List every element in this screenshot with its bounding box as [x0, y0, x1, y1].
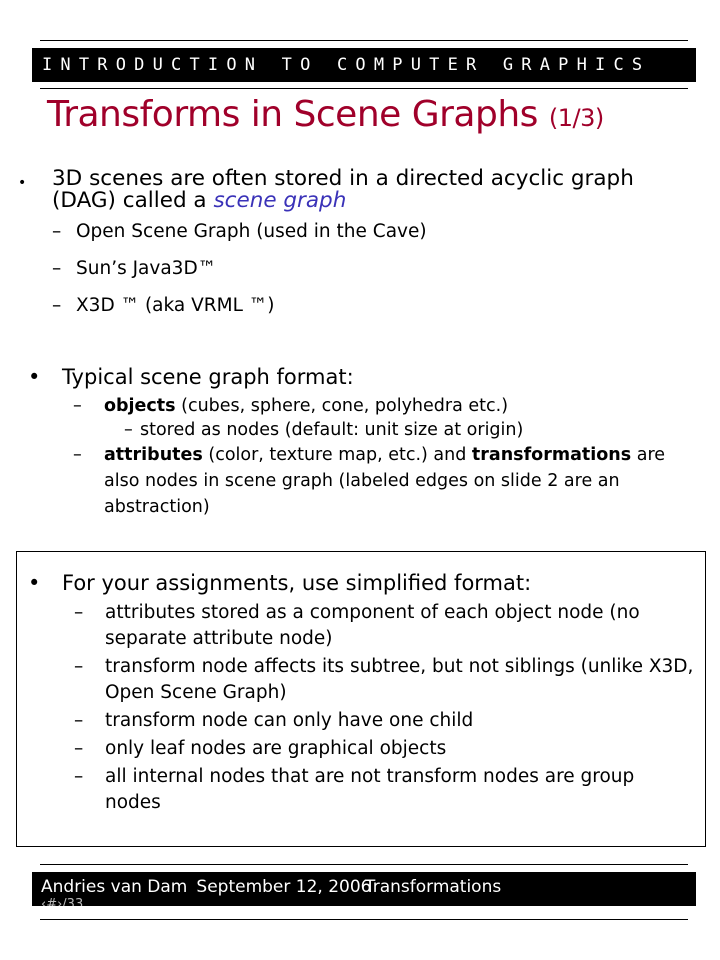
footer-bar: Andries van Dam September 12, 2006 Trans… — [32, 872, 696, 906]
dash-icon: – — [73, 396, 82, 416]
dash-icon: – — [74, 656, 84, 677]
footer-rule-bottom — [40, 919, 688, 920]
transformations-term: transformations — [471, 445, 632, 465]
sub-item: – attributes stored as a component of ea… — [28, 600, 665, 652]
bullet-icon: • — [18, 175, 27, 191]
dash-icon: – — [52, 295, 62, 316]
sub-item-text: transform node affects its subtree, but … — [105, 656, 694, 703]
sub-item-text: attributes stored as a component of each… — [105, 602, 640, 649]
sub-item: – X3D ™ (aka VRML ™) — [18, 295, 698, 317]
sub-item: – transform node affects its subtree, bu… — [28, 654, 695, 706]
bullet-item: • 3D scenes are often stored in a direct… — [18, 168, 698, 212]
sub-item: – Open Scene Graph (used in the Cave) — [18, 221, 698, 243]
footer-author: Andries van Dam — [41, 877, 188, 897]
footer-rule-top — [40, 864, 688, 865]
slide-page-indicator: (1/3) — [548, 104, 604, 132]
slide-title-text: Transforms in Scene Graphs — [47, 94, 538, 135]
bullet-text: For your assignments, use simplified for… — [62, 571, 532, 595]
sub-sub-item: – stored as nodes (default: unit size at… — [28, 418, 708, 442]
sub-item-attributes: – attributes (color, texture map, etc.) … — [28, 442, 694, 520]
sub-item-text: transform node can only have one child — [105, 710, 474, 731]
objects-term: objects — [104, 396, 176, 416]
attributes-term: attributes — [104, 445, 203, 465]
sub-item-text: only leaf nodes are graphical objects — [105, 738, 447, 759]
sub-item: – all internal nodes that are not transf… — [28, 764, 695, 816]
footer-page-number: ‹#›/33 — [41, 897, 84, 907]
sub-sub-item-text: stored as nodes (default: unit size at o… — [140, 420, 524, 440]
dash-icon: – — [124, 420, 133, 440]
sub-item-text: X3D ™ (aka VRML ™) — [76, 295, 275, 316]
bullet-icon: • — [28, 571, 41, 595]
sub-item: – only leaf nodes are graphical objects — [28, 736, 698, 762]
sub-item-text: Open Scene Graph (used in the Cave) — [76, 221, 427, 242]
dash-icon: – — [74, 602, 84, 623]
sub-item-text: (cubes, sphere, cone, polyhedra etc.) — [175, 396, 509, 416]
dash-icon: – — [74, 766, 84, 787]
header-rule-top — [40, 40, 688, 41]
dash-icon: – — [52, 258, 62, 279]
dash-icon: – — [73, 445, 82, 465]
footer-topic: Transformations — [364, 877, 502, 897]
footer-date: September 12, 2006 — [196, 877, 372, 897]
scene-graph-term: scene graph — [213, 188, 347, 213]
section-assignment-format: • For your assignments, use simplified f… — [28, 568, 698, 816]
sub-item: – Sun’s Java3D™ — [18, 258, 698, 280]
section-scene-graph-intro: • 3D scenes are often stored in a direct… — [18, 168, 698, 317]
sub-item-text: (color, texture map, etc.) and — [202, 445, 472, 465]
course-title: INTRODUCTION TO COMPUTER GRAPHICS — [42, 55, 651, 75]
sub-item-objects: – objects (cubes, sphere, cone, polyhedr… — [28, 394, 708, 418]
dash-icon: – — [74, 738, 84, 759]
sub-item: – transform node can only have one child — [28, 708, 698, 734]
dash-icon: – — [52, 221, 62, 242]
bullet-item: • For your assignments, use simplified f… — [28, 568, 698, 598]
bullet-icon: • — [28, 365, 41, 389]
sub-item-text: all internal nodes that are not transfor… — [105, 766, 635, 813]
section-typical-format: • Typical scene graph format: – objects … — [28, 364, 708, 520]
sub-item-text: Sun’s Java3D™ — [76, 258, 217, 279]
bullet-text: Typical scene graph format: — [62, 365, 354, 389]
slide-title: Transforms in Scene Graphs (1/3) — [47, 94, 604, 135]
header-rule-bottom — [40, 88, 688, 89]
course-header-bar: INTRODUCTION TO COMPUTER GRAPHICS — [32, 48, 696, 82]
dash-icon: – — [74, 710, 84, 731]
bullet-item: • Typical scene graph format: — [28, 364, 708, 390]
